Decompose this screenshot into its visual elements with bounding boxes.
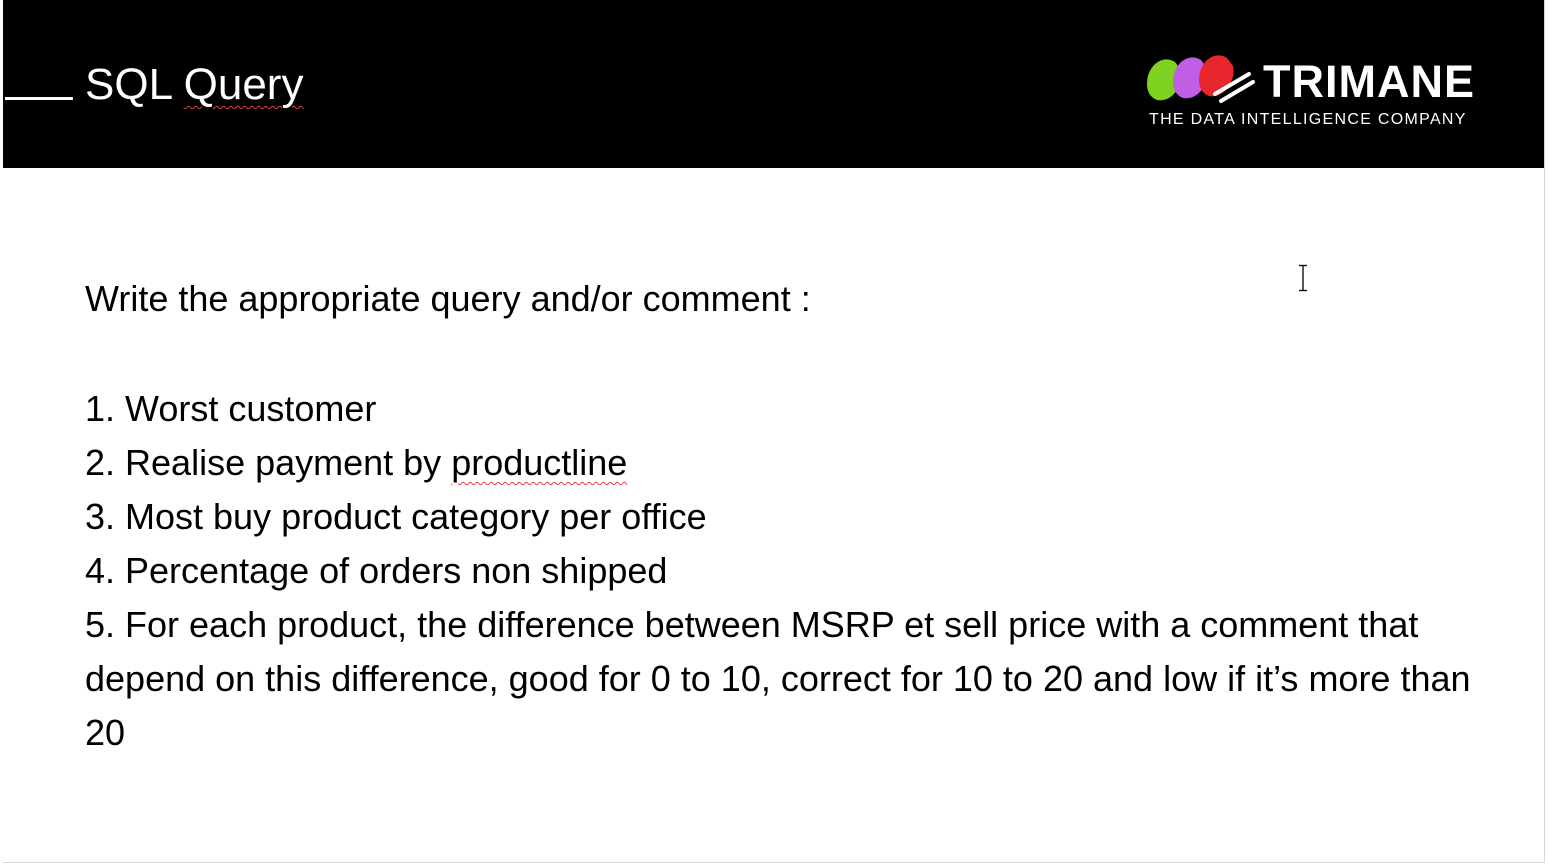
slide-title-misspelled-word: Query <box>183 60 304 109</box>
text-cursor-icon <box>1299 264 1307 292</box>
slide-title[interactable]: SQL Query <box>85 58 303 112</box>
task-item-5: 5. For each product, the difference betw… <box>85 598 1485 760</box>
trimane-logo-icon <box>1147 55 1255 103</box>
title-accent-line <box>5 97 73 100</box>
task-text: 2. Realise payment by <box>85 442 452 483</box>
instructions-text: Write the appropriate query and/or comme… <box>85 278 811 319</box>
slide-header: SQL Query TRIMANE THE DATA INTELLIGENCE … <box>3 0 1544 168</box>
task-text: 3. Most buy product category per office <box>85 496 707 537</box>
task-item-4: 4. Percentage of orders non shipped <box>85 544 1485 598</box>
task-item-1: 1. Worst customer <box>85 382 1485 436</box>
task-item-2: 2. Realise payment by productline <box>85 436 1485 490</box>
task-text: 4. Percentage of orders non shipped <box>85 550 668 591</box>
task-text: 1. Worst customer <box>85 388 377 429</box>
slide-title-text: SQL <box>85 60 184 109</box>
slide: SQL Query TRIMANE THE DATA INTELLIGENCE … <box>3 0 1545 863</box>
slide-body-textbox[interactable]: Write the appropriate query and/or comme… <box>85 274 1485 760</box>
task-text: 5. For each product, the difference betw… <box>85 604 1471 753</box>
task-list: 1. Worst customer 2. Realise payment by … <box>85 382 1485 760</box>
task-misspelled-word: productline <box>451 442 628 483</box>
logo-tagline: THE DATA INTELLIGENCE COMPANY <box>1149 111 1467 128</box>
logo-wordmark: TRIMANE <box>1263 56 1475 107</box>
company-logo: TRIMANE THE DATA INTELLIGENCE COMPANY <box>1143 50 1475 140</box>
task-item-3: 3. Most buy product category per office <box>85 490 1485 544</box>
